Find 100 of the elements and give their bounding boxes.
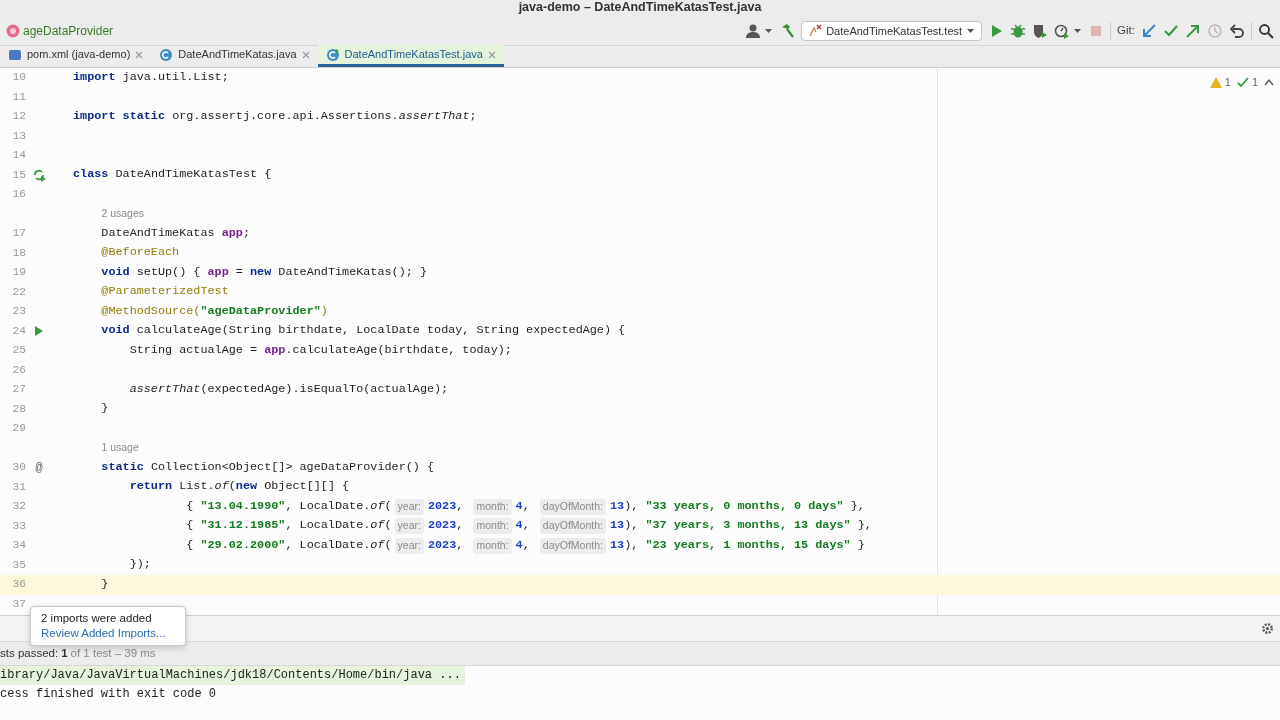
annotation: @ParameterizedTest [101,283,229,301]
code-text: ( [384,517,392,535]
caret-icon [966,27,976,35]
person-icon[interactable] [745,23,762,39]
line-number: 22 [11,284,26,300]
line-number: 12 [11,109,26,125]
number-literal: 2023 [427,536,457,554]
arrow-icon[interactable] [1185,23,1201,39]
code-text: ( [384,536,392,554]
line-number: 34 [11,538,26,554]
code-text: } [856,536,865,554]
code-text: { [186,517,195,535]
line-number: 29 [11,421,26,437]
code-text: calculateAge(String birthdate, LocalDate today, String expectedAge) { [136,322,626,340]
method-call: of [214,478,229,496]
parameter-hint: dayOfMonth: [539,537,606,554]
code-text: DateAndTimeKatas [101,224,216,242]
line-number: 24 [11,323,26,339]
code-text: ; [242,224,250,242]
gauge-icon[interactable] [1054,23,1071,39]
file-tab[interactable]: DateAndTimeKatasTest.java [317,45,504,67]
code-text: ( [228,478,236,496]
code-text: DateAndTimeKatasTest { [115,166,272,184]
code-text: org.assertj.core.api.Assertions. [172,107,399,125]
check-icon[interactable] [1236,76,1249,88]
code-text: }); [129,556,151,574]
line-number: 19 [11,265,26,281]
settings-icon[interactable] [1261,622,1274,635]
file-tab[interactable]: pom.xml (java-demo) [0,45,152,67]
annotation: @BeforeEach [101,244,180,262]
method-call: of [370,497,385,515]
string-literal: "29.02.2000" [200,536,286,554]
arrow-icon[interactable] [1141,23,1157,39]
caret-icon[interactable] [764,27,774,35]
keyword: void [101,322,131,340]
line-number: 32 [11,499,26,515]
method-call: of [370,517,385,535]
line-number: 31 [11,479,26,495]
search-icon[interactable] [1258,23,1274,39]
shield-icon[interactable] [1032,23,1049,39]
bug-icon[interactable] [1010,23,1027,39]
parameter-hint: month: [473,498,512,515]
run-config-dropdown[interactable]: DateAndTimeKatasTest.test [801,21,983,41]
line-number: 17 [11,226,26,242]
code-text: setUp() { [136,263,202,281]
string-literal: "ageDataProvider" [200,302,321,320]
keyword: class [73,166,110,184]
run-icon[interactable] [32,168,46,183]
code-text: ), [624,497,640,515]
code-text: , LocalDate. [285,536,371,554]
usage-hint[interactable]: 2 usages [101,206,144,223]
number-literal: 2023 [427,497,457,515]
line-number: 15 [11,167,26,183]
undo-icon[interactable] [1229,23,1245,39]
caret-icon[interactable] [1073,27,1083,35]
test-class-icon [325,47,340,62]
line-number: 28 [11,401,26,417]
file-tab[interactable]: DateAndTimeKatas.java [151,45,318,67]
caret-up-icon[interactable] [1264,78,1274,87]
annotation: ) [320,302,328,320]
usage-hint[interactable]: 1 usage [101,440,139,457]
warning-icon[interactable] [1209,76,1222,88]
keyword: import [73,68,117,86]
passed-count: 1 [61,645,68,661]
number-literal: 2023 [427,517,457,535]
file-icon [8,47,22,62]
console-line: cess finished with exit code 0 [0,687,217,701]
parameter-hint: dayOfMonth: [539,498,606,515]
close-icon[interactable] [301,50,310,59]
line-number: 26 [11,362,26,378]
check-icon[interactable] [1163,23,1179,39]
line-number: 25 [11,343,26,359]
parameter-hint: year: [394,537,424,554]
code-text: java.util.List; [122,68,229,86]
close-icon[interactable] [487,50,496,59]
warning-count[interactable]: 1 [1224,74,1231,91]
annotation: @MethodSource( [101,302,201,320]
breadcrumb-item[interactable]: ageDataProvider [23,22,114,40]
method-call: assertThat [129,380,201,398]
parameter-hint: year: [394,518,424,535]
code-text: String actualAge = [129,341,259,359]
passed-count[interactable]: 1 [1251,74,1258,91]
code-text: Collection<Object[]> ageDataProvider() { [150,458,435,476]
implements-marker[interactable]: @ [35,458,43,477]
close-icon[interactable] [135,50,144,59]
line-number: 35 [11,557,26,573]
line-number: 23 [11,304,26,320]
code-text: }, [849,497,865,515]
line-number: 33 [11,518,26,534]
code-text: , LocalDate. [285,517,371,535]
review-imports-link[interactable]: Review Added Imports... [41,626,175,641]
number-literal: 13 [609,497,625,515]
line-number: 36 [11,577,26,593]
class-icon [159,47,174,62]
play-icon[interactable] [34,325,44,338]
number-literal: 4 [515,536,523,554]
number-literal: 13 [609,536,625,554]
keyword: new [250,263,273,281]
code-text: , [456,536,465,554]
code-text: , [522,497,531,515]
